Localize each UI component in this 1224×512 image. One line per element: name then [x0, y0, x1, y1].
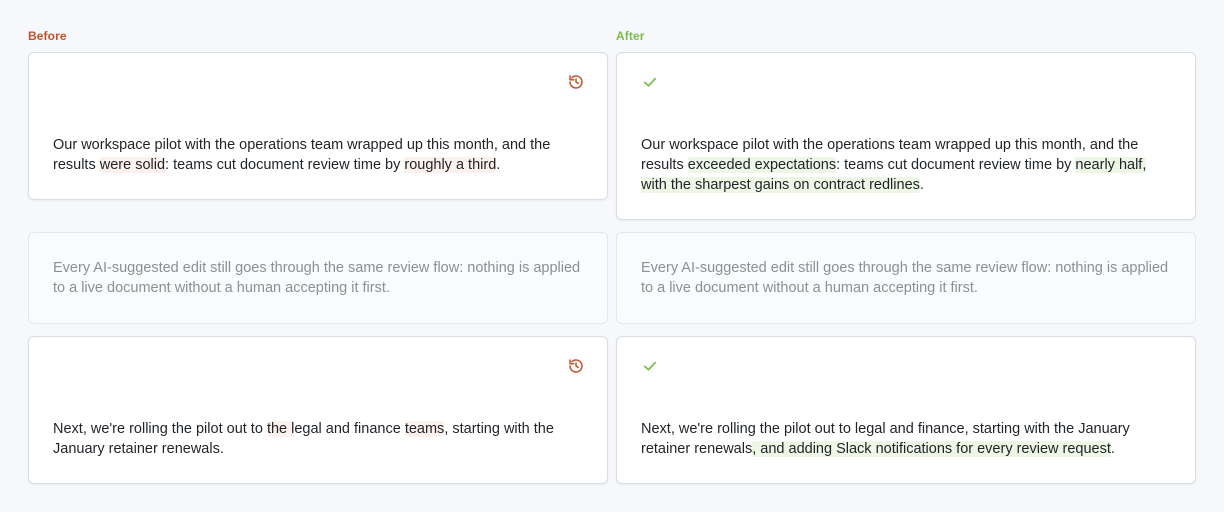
after-paragraph-3: Next, we're rolling the pilot out to leg… — [641, 421, 1130, 457]
after-card-2: Every AI-suggested edit still goes throu… — [616, 232, 1196, 324]
removed-text: were solid — [99, 157, 166, 173]
history-icon[interactable] — [567, 357, 585, 375]
before-card-3: Next, we're rolling the pilot out to the… — [28, 336, 608, 484]
removed-text: the l — [266, 421, 295, 437]
removed-text: teams — [404, 421, 445, 437]
unchanged-paragraph-after: Every AI-suggested edit still goes throu… — [641, 260, 1169, 296]
after-card-3: Next, we're rolling the pilot out to leg… — [616, 336, 1196, 484]
unchanged-paragraph-before: Every AI-suggested edit still goes throu… — [53, 260, 581, 296]
history-icon[interactable] — [567, 73, 585, 91]
before-card-1: Our workspace pilot with the operations … — [28, 52, 608, 200]
check-icon — [641, 357, 659, 375]
removed-text: roughly a third — [404, 157, 497, 173]
after-card-1: Our workspace pilot with the operations … — [616, 52, 1196, 220]
after-column-label: After — [616, 29, 645, 43]
before-paragraph-3: Next, we're rolling the pilot out to the… — [53, 421, 554, 457]
before-paragraph-1: Our workspace pilot with the operations … — [53, 137, 551, 173]
check-icon — [641, 73, 659, 91]
before-card-2: Every AI-suggested edit still goes throu… — [28, 232, 608, 324]
after-paragraph-1: Our workspace pilot with the operations … — [641, 137, 1147, 193]
added-text: , and adding Slack notifications for eve… — [752, 441, 1111, 457]
added-text: exceeded expectations — [687, 157, 837, 173]
diff-view: Before After Our workspace pilot with th… — [0, 0, 1224, 512]
before-column-label: Before — [28, 29, 67, 43]
